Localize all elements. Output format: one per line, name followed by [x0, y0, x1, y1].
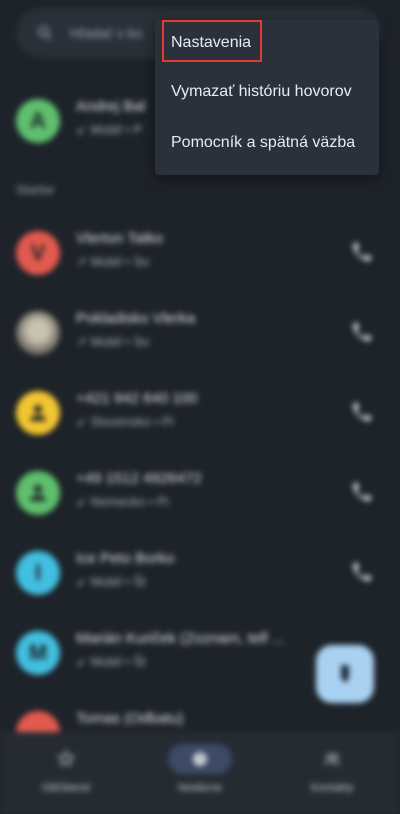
- avatar: [16, 471, 60, 515]
- nav-favorites[interactable]: Obľúbené: [6, 744, 126, 804]
- call-row[interactable]: Pokladisko Vlerka ↗ Mobil • So: [0, 294, 400, 374]
- call-row[interactable]: +49 1512 4926472 ↙ Nemecko • Pi: [0, 454, 400, 534]
- contact-name: Pokladisko Vlerka: [76, 310, 196, 327]
- nav-contacts[interactable]: Kontakty: [272, 744, 392, 804]
- contact-name: Marián Kuriček (Zoznam, telf ...: [76, 630, 285, 647]
- nav-label: Nedávne: [177, 782, 223, 794]
- phone-icon[interactable]: [350, 320, 374, 344]
- nav-label: Obľúbené: [41, 782, 91, 794]
- phone-icon[interactable]: [350, 560, 374, 584]
- menu-item-help-feedback[interactable]: Pomocník a spätná väzba: [155, 123, 379, 163]
- call-detail: ↙ Slovensko • Pi: [76, 414, 174, 429]
- avatar-photo: [16, 311, 60, 355]
- avatar: I: [16, 551, 60, 595]
- person-icon: [30, 485, 46, 501]
- call-detail: ↙ Nemecko • Pi: [76, 494, 169, 509]
- phone-icon[interactable]: [350, 400, 374, 424]
- section-label: Starbe: [16, 182, 55, 197]
- avatar: V: [16, 231, 60, 275]
- call-row[interactable]: V Vlerton Tatko ↗ Mobil • So: [0, 214, 400, 294]
- person-icon: [30, 405, 46, 421]
- contact-name: Ice Peto Borko: [76, 550, 175, 567]
- call-detail: ↗ Mobil • So: [76, 254, 150, 269]
- people-icon: [323, 753, 341, 765]
- overflow-menu: Nastavenia Vymazať históriu hovorov Pomo…: [155, 20, 379, 175]
- call-detail: ↙ Mobil • Št: [76, 574, 146, 589]
- dialpad-icon: [341, 665, 349, 683]
- avatar: A: [16, 99, 60, 143]
- call-detail: ↙ Mobil • Št: [76, 654, 146, 669]
- menu-item-settings[interactable]: Nastavenia: [155, 23, 379, 63]
- search-icon: [38, 26, 52, 40]
- phone-icon[interactable]: [350, 240, 374, 264]
- bottom-navigation: Obľúbené Nedávne Kontakty: [0, 732, 400, 814]
- avatar: M: [16, 631, 60, 675]
- contact-name: +421 942 640 100: [76, 390, 198, 407]
- nav-recents[interactable]: Nedávne: [140, 744, 260, 804]
- clock-icon: [193, 752, 207, 766]
- contact-name: Vlerton Tatko: [76, 230, 164, 247]
- call-detail: ↙ Mobil • P: [76, 122, 143, 137]
- call-row[interactable]: I Ice Peto Borko ↙ Mobil • Št: [0, 534, 400, 614]
- nav-label: Kontakty: [310, 782, 354, 794]
- search-text: Hľadať v ko: [70, 25, 143, 41]
- contact-name: +49 1512 4926472: [76, 470, 202, 487]
- call-detail: ↗ Mobil • So: [76, 334, 150, 349]
- menu-item-clear-history[interactable]: Vymazať históriu hovorov: [155, 72, 379, 112]
- phone-icon[interactable]: [350, 480, 374, 504]
- call-row[interactable]: +421 942 640 100 ↙ Slovensko • Pi: [0, 374, 400, 454]
- contact-name: Tomas (Odbatu): [76, 710, 184, 727]
- star-icon: [57, 749, 75, 767]
- avatar: [16, 391, 60, 435]
- dialpad-fab[interactable]: [316, 645, 374, 703]
- contact-name: Andrej Bal: [76, 98, 146, 115]
